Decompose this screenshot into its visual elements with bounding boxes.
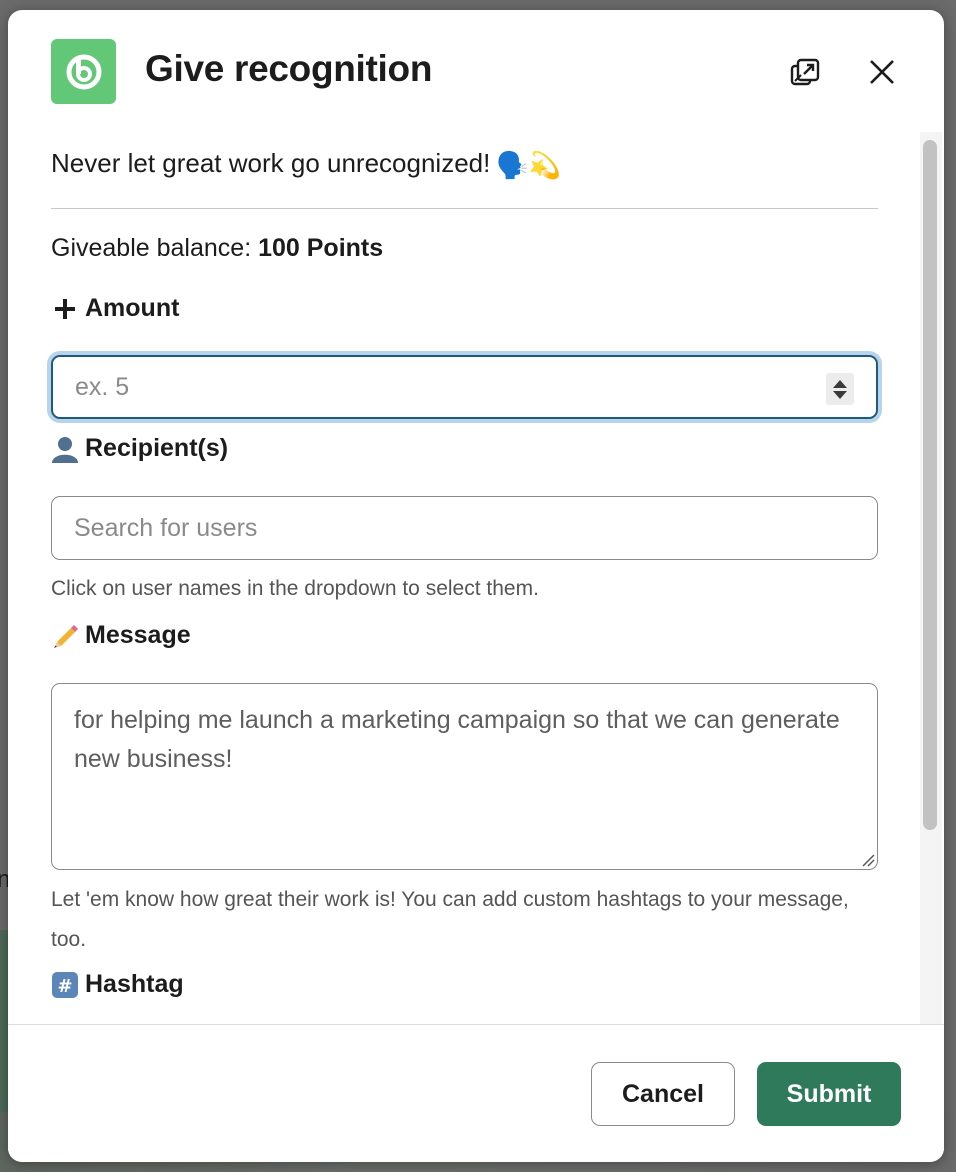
close-button[interactable] <box>860 50 904 94</box>
popout-window-icon <box>790 58 820 86</box>
pencil-icon <box>51 622 79 650</box>
plus-icon <box>51 295 79 323</box>
submit-button[interactable]: Submit <box>757 1062 901 1126</box>
user-silhouette-icon <box>51 435 79 463</box>
hashtag-label: # Hashtag <box>51 970 184 999</box>
recipients-label-text: Recipient(s) <box>85 434 229 462</box>
give-recognition-modal: Give recognition Never let great work go… <box>8 10 944 1162</box>
popout-button[interactable] <box>784 50 828 94</box>
divider <box>51 208 878 209</box>
bonusly-logo-icon <box>51 39 116 104</box>
amount-placeholder: ex. 5 <box>75 372 130 401</box>
amount-label-text: Amount <box>85 294 180 322</box>
message-hint: Let 'em know how great their work is! Yo… <box>51 888 849 951</box>
scrollbar-thumb[interactable] <box>923 140 937 830</box>
recipients-hint: Click on user names in the dropdown to s… <box>51 577 539 600</box>
intro-text-label: Never let great work go unrecognized! <box>51 148 491 178</box>
balance-label: Giveable balance: <box>51 234 252 262</box>
message-label: Message <box>51 621 191 650</box>
amount-stepper[interactable] <box>826 373 854 405</box>
svg-text:#: # <box>57 976 72 997</box>
speaking-dizzy-emoji-icon: 🗣️💫 <box>496 149 562 180</box>
recipients-placeholder: Search for users <box>74 513 258 542</box>
resize-grip-icon[interactable] <box>859 851 875 867</box>
giveable-balance: Giveable balance: 100 Points <box>51 234 383 263</box>
modal-header: Give recognition <box>8 10 944 130</box>
message-label-text: Message <box>85 621 191 649</box>
hash-keycap-icon: # <box>51 971 79 999</box>
modal-footer: Cancel Submit <box>8 1024 944 1162</box>
balance-value: 100 Points <box>258 234 384 262</box>
cancel-button[interactable]: Cancel <box>591 1062 735 1126</box>
stepper-up-icon <box>833 379 847 388</box>
close-icon <box>870 60 894 84</box>
message-text: for helping me launch a marketing campai… <box>74 706 840 773</box>
recipients-search-input[interactable]: Search for users <box>51 496 878 560</box>
modal-title: Give recognition <box>145 48 433 89</box>
recipients-label: Recipient(s) <box>51 434 228 463</box>
message-textarea[interactable]: for helping me launch a marketing campai… <box>51 683 878 870</box>
hashtag-label-text: Hashtag <box>85 970 184 998</box>
amount-label: Amount <box>51 294 179 323</box>
intro-text: Never let great work go unrecognized! 🗣️💫 <box>51 148 561 181</box>
amount-input[interactable]: ex. 5 <box>51 355 878 419</box>
modal-body[interactable]: Never let great work go unrecognized! 🗣️💫… <box>8 130 944 1024</box>
stepper-down-icon <box>833 390 847 399</box>
